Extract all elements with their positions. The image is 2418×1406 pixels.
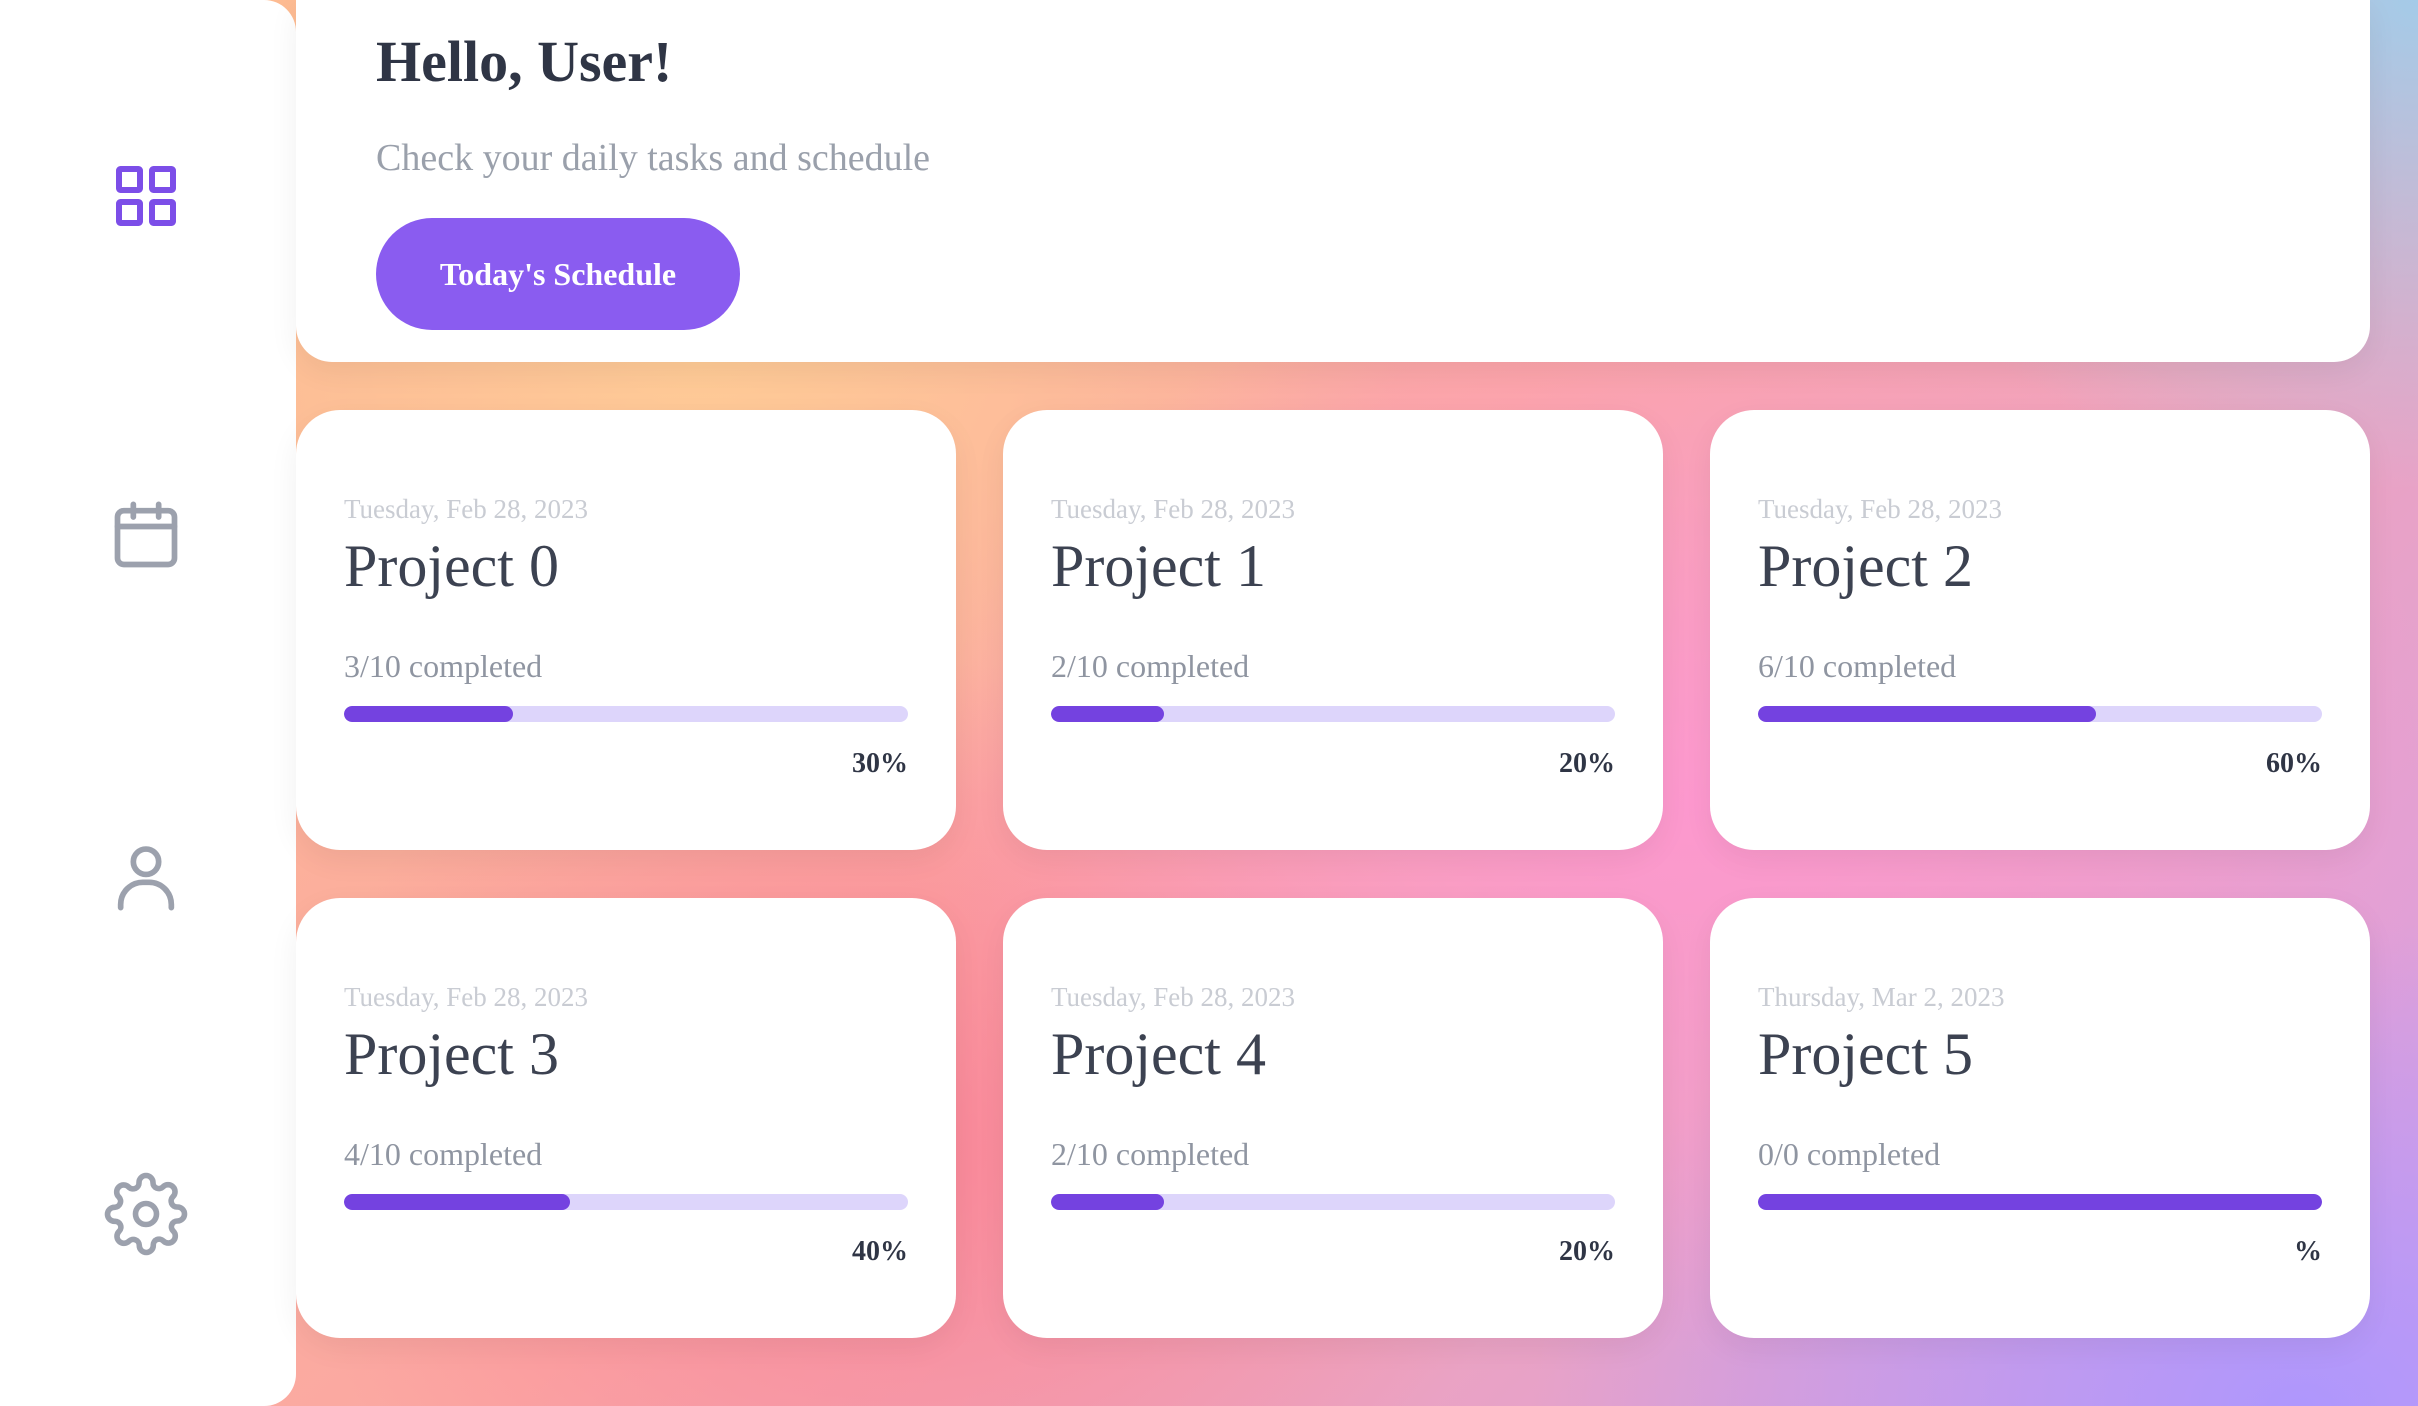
progress-bar <box>1758 1194 2322 1210</box>
progress-percent: 20% <box>1559 748 1615 779</box>
project-completed-count: 2/10 completed <box>1051 648 1250 684</box>
project-completed-count: 3/10 completed <box>344 648 543 684</box>
project-completed-count: 4/10 completed <box>344 1136 543 1172</box>
progress-bar <box>1051 706 1615 722</box>
project-card[interactable]: Tuesday, Feb 28, 2023 Project 0 3/10 com… <box>296 410 956 850</box>
project-completed-count: 6/10 completed <box>1758 648 1957 684</box>
project-date: Tuesday, Feb 28, 2023 <box>1758 494 2003 524</box>
project-title: Project 2 <box>1758 533 1973 599</box>
sidebar-item-calendar[interactable] <box>98 488 194 584</box>
header-subtitle: Check your daily tasks and schedule <box>376 137 931 179</box>
project-title: Project 0 <box>344 533 559 599</box>
calendar-icon <box>114 501 178 568</box>
project-title: Project 5 <box>1758 1021 1973 1087</box>
progress-fill <box>1758 706 2097 722</box>
progress-percent: 40% <box>852 1236 908 1267</box>
project-completed-count: 0/0 completed <box>1758 1136 1941 1172</box>
greeting-heading: Hello, User! <box>376 29 673 94</box>
progress-bar <box>1758 706 2322 722</box>
progress-percent: 60% <box>2266 748 2322 779</box>
sidebar-item-dashboard[interactable] <box>98 148 194 244</box>
progress-bar <box>1051 1194 1615 1210</box>
project-date: Tuesday, Feb 28, 2023 <box>1051 982 1296 1012</box>
progress-fill <box>1758 1194 2322 1210</box>
progress-percent: % <box>2294 1236 2322 1267</box>
project-card[interactable]: Tuesday, Feb 28, 2023 Project 3 4/10 com… <box>296 898 956 1338</box>
project-title: Project 4 <box>1051 1021 1266 1087</box>
project-date: Tuesday, Feb 28, 2023 <box>344 982 589 1012</box>
header-card: Hello, User! Check your daily tasks and … <box>296 0 2370 362</box>
project-date: Tuesday, Feb 28, 2023 <box>1051 494 1296 524</box>
project-completed-count: 2/10 completed <box>1051 1136 1250 1172</box>
sidebar <box>0 0 296 1406</box>
project-card[interactable]: Tuesday, Feb 28, 2023 Project 4 2/10 com… <box>1003 898 1663 1338</box>
project-card[interactable]: Tuesday, Feb 28, 2023 Project 2 6/10 com… <box>1710 410 2370 850</box>
user-icon <box>117 846 175 911</box>
project-title: Project 1 <box>1051 533 1266 599</box>
progress-bar <box>344 1194 908 1210</box>
progress-bar <box>344 706 908 722</box>
project-date: Thursday, Mar 2, 2023 <box>1758 982 2005 1012</box>
progress-fill <box>344 1194 570 1210</box>
todays-schedule-button[interactable]: Today's Schedule <box>376 218 740 330</box>
sidebar-item-profile[interactable] <box>98 828 194 924</box>
project-title: Project 3 <box>344 1021 559 1087</box>
progress-fill <box>1051 706 1164 722</box>
project-card[interactable]: Thursday, Mar 2, 2023 Project 5 0/0 comp… <box>1710 898 2370 1338</box>
gear-icon <box>104 1172 188 1256</box>
grid-icon <box>116 166 176 226</box>
project-card[interactable]: Tuesday, Feb 28, 2023 Project 1 2/10 com… <box>1003 410 1663 850</box>
project-date: Tuesday, Feb 28, 2023 <box>344 494 589 524</box>
progress-fill <box>344 706 514 722</box>
progress-fill <box>1051 1194 1164 1210</box>
sidebar-item-settings[interactable] <box>98 1166 194 1262</box>
progress-percent: 30% <box>852 748 908 779</box>
progress-percent: 20% <box>1559 1236 1615 1267</box>
